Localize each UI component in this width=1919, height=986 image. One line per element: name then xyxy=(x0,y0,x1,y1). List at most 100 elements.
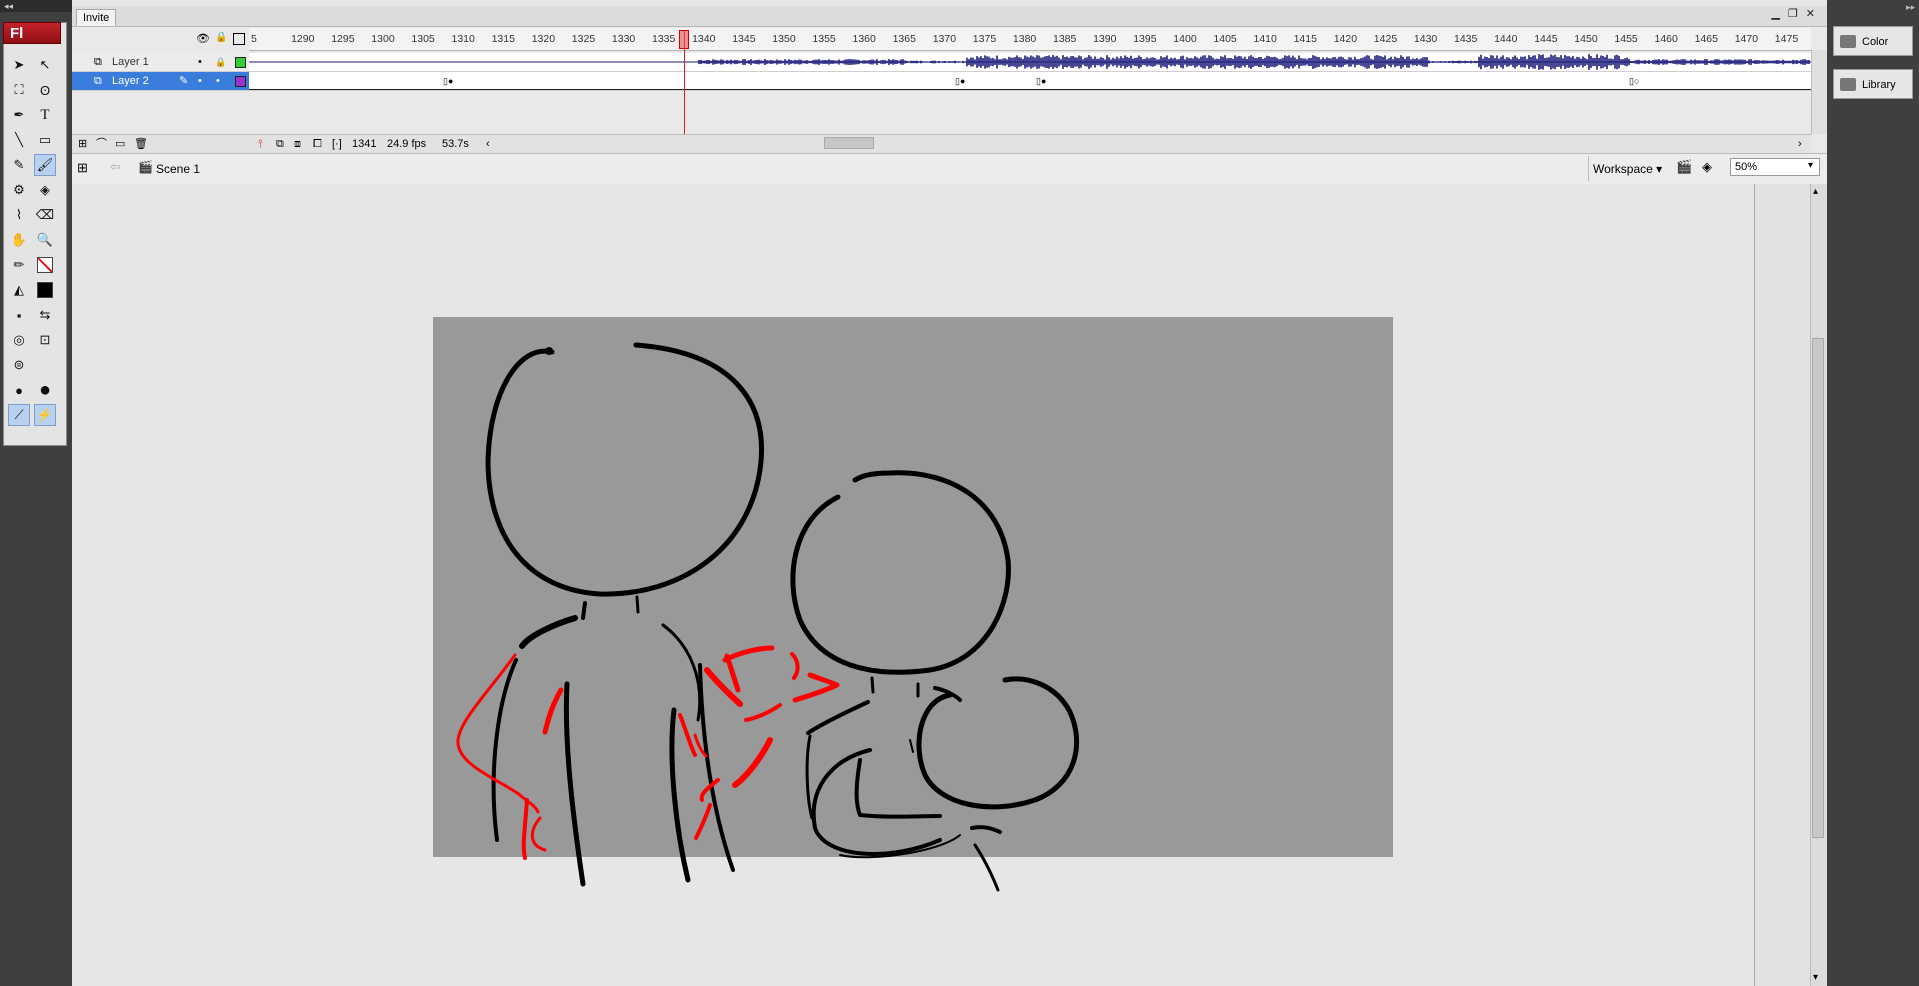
flash-logo: Fl xyxy=(3,22,61,44)
document-tab[interactable]: Invite xyxy=(76,9,117,27)
delete-layer-icon[interactable]: 🗑 xyxy=(134,135,148,153)
black-white-icon[interactable]: ▪ xyxy=(8,304,30,326)
stroke-color-swatch[interactable] xyxy=(34,254,56,276)
ruler-tick-label: 1460 xyxy=(1654,33,1678,45)
layer-1-frames[interactable] xyxy=(249,53,1811,72)
line-tool-icon[interactable]: ╲ xyxy=(8,129,30,151)
eyedropper-tool-icon[interactable]: ⌇ xyxy=(8,204,30,226)
ruler-tick-label: 1415 xyxy=(1293,33,1317,45)
ruler-tick-label: 1410 xyxy=(1253,33,1277,45)
scene-label[interactable]: Scene 1 xyxy=(156,162,200,176)
timeline-toggle-icon[interactable]: ⊞ xyxy=(77,160,88,176)
fill-color-swatch[interactable] xyxy=(34,279,56,301)
lock-dot-icon[interactable]: • xyxy=(216,72,220,91)
lasso-tool-icon[interactable]: ʘ xyxy=(34,79,56,101)
rectangle-tool-icon[interactable]: ▭ xyxy=(34,129,56,151)
scroll-left-icon[interactable]: ‹ xyxy=(486,135,490,153)
lock-fill-icon[interactable]: ⊡ xyxy=(34,329,56,351)
brush-tool-icon[interactable]: 🖌 xyxy=(34,154,56,176)
ruler-tick-label: 1400 xyxy=(1173,33,1197,45)
onion-outline-icon[interactable]: ⧈ xyxy=(294,135,301,153)
stage-vertical-scroll-thumb[interactable] xyxy=(1812,338,1824,838)
edit-scene-icon[interactable]: 🎬 xyxy=(1676,159,1692,175)
close-icon[interactable]: ✕ xyxy=(1806,8,1823,20)
eraser-tool-icon[interactable]: ⌫ xyxy=(34,204,56,226)
zoom-tool-icon[interactable]: 🔍 xyxy=(34,229,56,251)
timeline-ruler[interactable]: 5 1290 1295 1300 1305 1310 1315 1320 1325 1330 133… xyxy=(249,28,1811,51)
brush-shape-icon[interactable]: ⟋ xyxy=(8,404,30,426)
document-tab-bar xyxy=(72,6,1827,26)
ruler-tick-label: 1375 xyxy=(972,33,997,45)
new-motion-guide-icon[interactable]: ⌒ xyxy=(96,135,107,153)
onion-skin-icon[interactable]: ⧉ xyxy=(276,135,284,153)
visibility-dot-icon[interactable]: • xyxy=(198,53,202,72)
keyframe[interactable]: ▯● xyxy=(955,76,965,87)
center-frame-icon[interactable]: ⫯ xyxy=(258,135,263,153)
scroll-right-icon[interactable]: › xyxy=(1798,135,1802,153)
scroll-down-icon[interactable]: ▾ xyxy=(1813,972,1818,983)
bone-tool-icon[interactable]: ⚙ xyxy=(8,179,30,201)
free-transform-tool-icon[interactable]: ⛶ xyxy=(8,79,30,101)
collapse-dock-icon[interactable]: ▸▸ xyxy=(1906,2,1915,13)
keyframe[interactable]: ▯● xyxy=(1036,76,1046,87)
text-tool-icon[interactable]: T xyxy=(34,104,56,126)
layer-row-2[interactable]: ⧉ Layer 2 ✎ • • xyxy=(72,72,249,91)
workspace-label: Workspace xyxy=(1593,162,1653,176)
ruler-tick-label: 1365 xyxy=(892,33,916,45)
tools-grid: ➤ ↖ ⛶ ʘ ✒ T ╲ ▭ ✎ 🖌 ⚙ ◈ ⌇ ⌫ ✋ 🔍 ✏ ◭ ▪ ⇆ … xyxy=(8,54,60,426)
restore-icon[interactable]: ❐ xyxy=(1788,8,1806,20)
pen-tool-icon[interactable]: ✒ xyxy=(8,104,30,126)
brush-size-large-icon[interactable]: ● xyxy=(34,379,56,401)
object-drawing-icon[interactable]: ◎ xyxy=(8,329,30,351)
back-arrow-icon[interactable]: ⇦ xyxy=(110,159,121,175)
outline-all-icon[interactable] xyxy=(233,33,245,45)
subselection-tool-icon[interactable]: ↖ xyxy=(34,54,56,76)
scene-icon: 🎬 xyxy=(138,160,153,174)
selection-tool-icon[interactable]: ➤ xyxy=(8,54,30,76)
keyframe[interactable]: ▯○ xyxy=(1629,76,1639,87)
collapse-toolbar-button[interactable]: ◂◂ xyxy=(0,0,76,12)
paint-bucket-tool-icon[interactable]: ◈ xyxy=(34,179,56,201)
fill-color-icon[interactable]: ◭ xyxy=(8,279,30,301)
ruler-tick-label: 1345 xyxy=(732,33,756,45)
visibility-dot-icon[interactable]: • xyxy=(198,72,202,91)
pressure-icon[interactable]: ⚡ xyxy=(34,404,56,426)
timeline-vertical-scrollbar[interactable] xyxy=(1811,50,1827,134)
layer-row-1[interactable]: ⧉ Layer 1 • 🔒 xyxy=(72,53,249,72)
ruler-tick-label: 1295 xyxy=(331,33,355,45)
library-icon xyxy=(1840,78,1856,91)
edit-multiple-frames-icon[interactable]: ⧠ xyxy=(313,135,322,153)
zoom-combobox[interactable] xyxy=(1730,158,1820,176)
hand-tool-icon[interactable]: ✋ xyxy=(8,229,30,251)
color-panel-button[interactable]: Color xyxy=(1833,26,1913,56)
layer-2-frames[interactable]: ▯● ▯● ▯● ▯○ xyxy=(249,72,1811,91)
show-hide-all-icon[interactable]: 👁 xyxy=(196,32,210,45)
swap-colors-icon[interactable]: ⇆ xyxy=(34,304,56,326)
stage-canvas[interactable] xyxy=(433,317,1393,857)
library-panel-button[interactable]: Library xyxy=(1833,69,1913,99)
workspace-menu[interactable]: Workspace ▾ xyxy=(1593,162,1662,176)
ruler-tick-label: 1435 xyxy=(1454,33,1478,45)
lock-all-icon[interactable]: 🔒 xyxy=(215,32,227,43)
modify-onion-markers-icon[interactable]: [·] xyxy=(332,135,342,153)
keyframe[interactable]: ▯● xyxy=(443,76,453,87)
brush-size-small-icon[interactable]: ● xyxy=(8,379,30,401)
timeline-horizontal-scroll-thumb[interactable] xyxy=(824,137,874,149)
scroll-up-icon[interactable]: ▴ xyxy=(1813,186,1818,197)
zoom-dropdown-chevron-icon[interactable]: ▾ xyxy=(1808,160,1813,171)
ruler-tick-label: 1310 xyxy=(451,33,475,45)
brush-mode-icon[interactable]: ⊜ xyxy=(8,354,30,376)
frame-rate[interactable]: 24.9 fps xyxy=(387,135,426,153)
outline-color-swatch[interactable] xyxy=(235,57,246,68)
stroke-color-icon[interactable]: ✏ xyxy=(8,254,30,276)
playhead[interactable] xyxy=(679,30,689,49)
new-layer-icon[interactable]: ⊞ xyxy=(78,135,87,153)
minimize-icon[interactable]: ▁ xyxy=(1771,8,1787,20)
ruler-tick-label: 1440 xyxy=(1494,33,1518,45)
edit-symbols-icon[interactable]: ◈ xyxy=(1702,159,1712,175)
lock-icon[interactable]: 🔒 xyxy=(215,53,226,72)
new-folder-icon[interactable]: ▭ xyxy=(115,135,125,153)
pencil-tool-icon[interactable]: ✎ xyxy=(8,154,30,176)
outline-color-swatch[interactable] xyxy=(235,76,246,87)
